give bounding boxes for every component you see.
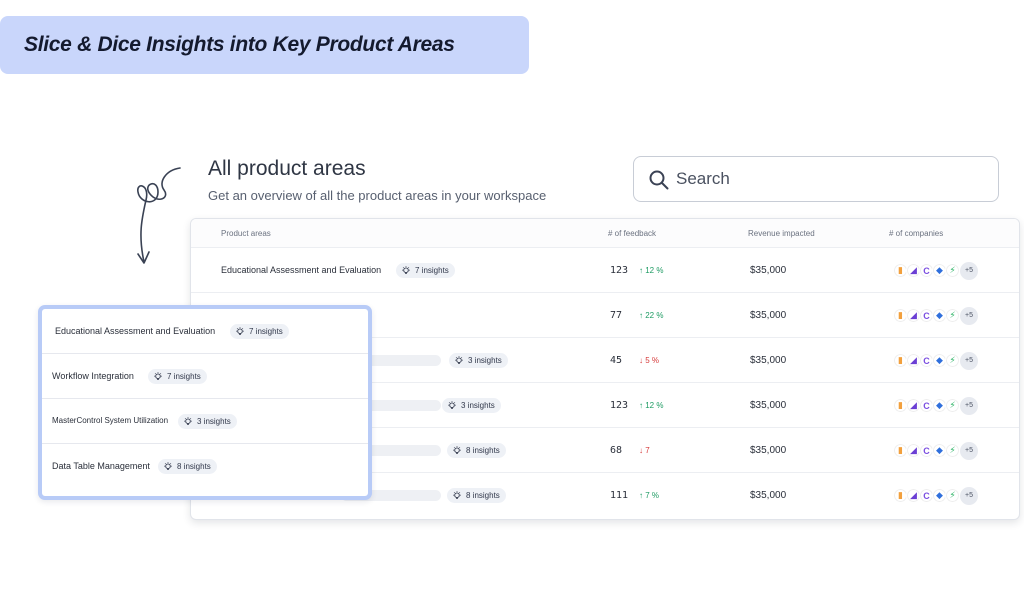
lightbulb-icon xyxy=(153,372,163,382)
feedback-count: 123 xyxy=(610,400,628,411)
lightbulb-icon xyxy=(452,446,462,456)
trend-indicator: ↑ 12 % xyxy=(639,266,663,275)
popout-item-label: Educational Assessment and Evaluation xyxy=(55,326,215,336)
more-companies-badge[interactable]: +5 xyxy=(960,442,978,460)
lightbulb-icon xyxy=(447,401,457,411)
insights-count: 3 insights xyxy=(197,417,231,426)
trend-arrow-icon: ↑ xyxy=(639,491,643,500)
company-logos[interactable]: ▮◢C◆⚡+5 xyxy=(893,397,978,414)
lightbulb-icon xyxy=(163,462,173,472)
insights-chip[interactable]: 8 insights xyxy=(447,443,506,458)
company-logo-green-icon: ⚡ xyxy=(945,308,960,323)
popout-item[interactable]: MasterControl System Utilization 3 insig… xyxy=(42,399,368,444)
revenue-impacted: $35,000 xyxy=(750,490,786,501)
company-logos[interactable]: ▮◢C◆⚡+5 xyxy=(893,442,978,459)
table-row[interactable]: Educational Assessment and Evaluation 7 … xyxy=(191,248,1019,293)
insights-count: 3 insights xyxy=(461,401,495,410)
insights-chip[interactable]: 8 insights xyxy=(447,488,506,503)
revenue-impacted: $35,000 xyxy=(750,355,786,366)
trend-value: 7 xyxy=(645,446,649,455)
product-area-popout: Educational Assessment and Evaluation 7 … xyxy=(38,305,372,500)
trend-arrow-icon: ↓ xyxy=(639,446,643,455)
more-companies-badge[interactable]: +5 xyxy=(960,487,978,505)
trend-arrow-icon: ↑ xyxy=(639,266,643,275)
company-logos[interactable]: ▮◢C◆⚡+5 xyxy=(893,262,978,279)
popout-item-label: MasterControl System Utilization xyxy=(52,416,168,425)
trend-indicator: ↓ 5 % xyxy=(639,356,659,365)
revenue-impacted: $35,000 xyxy=(750,445,786,456)
insights-count: 8 insights xyxy=(466,446,500,455)
trend-arrow-icon: ↑ xyxy=(639,311,643,320)
lightbulb-icon xyxy=(235,327,245,337)
banner-title: Slice & Dice Insights into Key Product A… xyxy=(24,33,455,57)
insights-chip[interactable]: 7 insights xyxy=(230,324,289,339)
lightbulb-icon xyxy=(401,266,411,276)
search-box[interactable] xyxy=(633,156,999,202)
feedback-count: 77 xyxy=(610,310,622,321)
company-logos[interactable]: ▮◢C◆⚡+5 xyxy=(893,352,978,369)
insights-chip[interactable]: 7 insights xyxy=(396,263,455,278)
popout-item[interactable]: Educational Assessment and Evaluation 7 … xyxy=(42,309,368,354)
table-header: Product areas # of feedback Revenue impa… xyxy=(191,219,1019,248)
popout-item[interactable]: Data Table Management 8 insights xyxy=(42,444,368,489)
search-input[interactable] xyxy=(676,167,976,191)
feedback-count: 111 xyxy=(610,490,628,501)
revenue-impacted: $35,000 xyxy=(750,265,786,276)
insights-count: 8 insights xyxy=(466,491,500,500)
more-companies-badge[interactable]: +5 xyxy=(960,307,978,325)
lightbulb-icon xyxy=(183,417,193,427)
trend-value: 7 % xyxy=(645,491,659,500)
product-area-name[interactable]: Educational Assessment and Evaluation xyxy=(221,265,381,275)
insights-chip[interactable]: 8 insights xyxy=(158,459,217,474)
lightbulb-icon xyxy=(452,491,462,501)
trend-indicator: ↑ 12 % xyxy=(639,401,663,410)
company-logos[interactable]: ▮◢C◆⚡+5 xyxy=(893,307,978,324)
more-companies-badge[interactable]: +5 xyxy=(960,262,978,280)
page-title: All product areas xyxy=(208,157,366,181)
company-logo-green-icon: ⚡ xyxy=(945,443,960,458)
insights-chip[interactable]: 3 insights xyxy=(449,353,508,368)
search-icon xyxy=(648,169,670,191)
popout-item-label: Data Table Management xyxy=(52,461,150,471)
company-logo-green-icon: ⚡ xyxy=(945,353,960,368)
column-header-companies[interactable]: # of companies xyxy=(889,229,943,238)
curly-arrow-icon xyxy=(128,164,184,268)
insights-chip[interactable]: 3 insights xyxy=(178,414,237,429)
trend-arrow-icon: ↑ xyxy=(639,401,643,410)
lightbulb-icon xyxy=(454,356,464,366)
company-logos[interactable]: ▮◢C◆⚡+5 xyxy=(893,487,978,504)
trend-value: 12 % xyxy=(645,401,663,410)
trend-arrow-icon: ↓ xyxy=(639,356,643,365)
revenue-impacted: $35,000 xyxy=(750,310,786,321)
column-header-revenue[interactable]: Revenue impacted xyxy=(748,229,815,238)
column-header-product-areas[interactable]: Product areas xyxy=(221,229,271,238)
popout-item-label: Workflow Integration xyxy=(52,371,134,381)
insights-chip[interactable]: 3 insights xyxy=(442,398,501,413)
insights-count: 7 insights xyxy=(415,266,449,275)
trend-value: 5 % xyxy=(645,356,659,365)
page-subtitle: Get an overview of all the product areas… xyxy=(208,188,546,203)
revenue-impacted: $35,000 xyxy=(750,400,786,411)
trend-indicator: ↑ 7 % xyxy=(639,491,659,500)
feedback-count: 123 xyxy=(610,265,628,276)
more-companies-badge[interactable]: +5 xyxy=(960,352,978,370)
trend-indicator: ↑ 22 % xyxy=(639,311,663,320)
trend-indicator: ↓ 7 xyxy=(639,446,650,455)
trend-value: 22 % xyxy=(645,311,663,320)
company-logo-green-icon: ⚡ xyxy=(945,398,960,413)
trend-value: 12 % xyxy=(645,266,663,275)
insights-count: 7 insights xyxy=(249,327,283,336)
more-companies-badge[interactable]: +5 xyxy=(960,397,978,415)
company-logo-green-icon: ⚡ xyxy=(945,263,960,278)
insights-chip[interactable]: 7 insights xyxy=(148,369,207,384)
insights-count: 3 insights xyxy=(468,356,502,365)
column-header-feedback[interactable]: # of feedback xyxy=(608,229,656,238)
feature-banner: Slice & Dice Insights into Key Product A… xyxy=(0,16,529,74)
popout-item[interactable]: Workflow Integration 7 insights xyxy=(42,354,368,399)
insights-count: 8 insights xyxy=(177,462,211,471)
feedback-count: 68 xyxy=(610,445,622,456)
insights-count: 7 insights xyxy=(167,372,201,381)
company-logo-green-icon: ⚡ xyxy=(945,488,960,503)
feedback-count: 45 xyxy=(610,355,622,366)
